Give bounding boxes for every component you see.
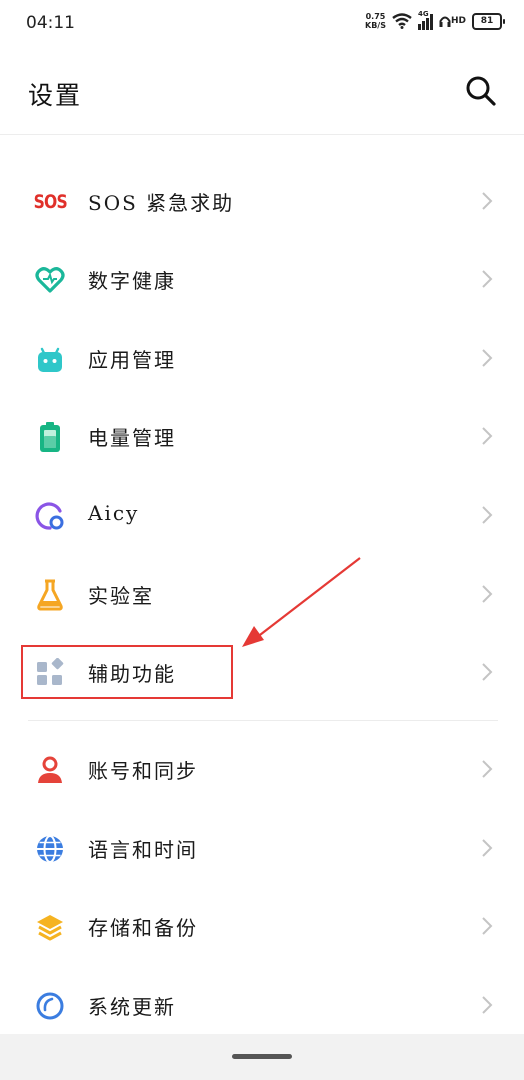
home-indicator[interactable] xyxy=(232,1054,292,1059)
chevron-right-icon xyxy=(482,996,493,1014)
settings-item-label: 应用管理 xyxy=(88,348,176,372)
header: 设置 xyxy=(0,48,524,135)
settings-item-system-update[interactable]: 系统更新 xyxy=(0,966,524,1044)
signal-bar xyxy=(421,20,425,30)
hd-headphone-indicator: HD xyxy=(439,14,466,28)
network-speed-value: 0.75 xyxy=(365,12,386,21)
settings-item-app-management[interactable]: 应用管理 xyxy=(0,319,524,397)
settings-item-storage-backup[interactable]: 存储和备份 xyxy=(0,887,524,965)
headphone-icon xyxy=(439,16,451,27)
cell-signal: 4G xyxy=(417,9,433,30)
person-icon xyxy=(33,753,67,787)
chevron-right-icon xyxy=(482,427,493,445)
chevron-right-icon xyxy=(482,917,493,935)
section-divider xyxy=(28,720,498,721)
settings-item-label: 电量管理 xyxy=(88,426,176,450)
heart-icon xyxy=(33,263,67,297)
settings-item-label: 数字健康 xyxy=(88,269,176,293)
settings-item-label: SOS 紧急求助 xyxy=(88,191,235,215)
signal-bar xyxy=(425,17,429,30)
android-icon xyxy=(33,342,67,376)
signal-bar xyxy=(429,13,433,30)
wifi-icon xyxy=(392,13,412,29)
page-title: 设置 xyxy=(28,81,83,110)
battery-icon xyxy=(33,420,67,454)
settings-item-label: 实验室 xyxy=(88,584,154,608)
status-bar: 04:11 0.75 KB/S 4G HD 81 xyxy=(0,0,524,48)
settings-item-label: 账号和同步 xyxy=(88,759,198,783)
settings-item-label: 系统更新 xyxy=(88,995,176,1019)
sos-icon: SOS xyxy=(33,191,67,213)
flask-icon xyxy=(33,578,67,612)
network-speed: 0.75 KB/S xyxy=(365,12,386,30)
hd-icon: HD xyxy=(450,16,466,26)
settings-item-digital-wellbeing[interactable]: 数字健康 xyxy=(0,240,524,318)
settings-item-lab[interactable]: 实验室 xyxy=(0,555,524,633)
layers-icon xyxy=(33,910,67,944)
network-speed-unit: KB/S xyxy=(365,21,386,30)
chevron-right-icon xyxy=(482,760,493,778)
settings-item-account-sync[interactable]: 账号和同步 xyxy=(0,730,524,808)
annotation-highlight-box xyxy=(21,645,233,699)
settings-item-aicy[interactable]: Aicy xyxy=(0,476,524,554)
settings-item-sos[interactable]: SOS SOS 紧急求助 xyxy=(0,162,524,240)
network-type: 4G xyxy=(417,9,429,18)
aicy-icon xyxy=(33,499,67,533)
battery-indicator: 81 xyxy=(472,12,505,30)
chevron-right-icon xyxy=(482,349,493,367)
chevron-right-icon xyxy=(482,270,493,288)
search-icon[interactable] xyxy=(464,74,498,108)
chevron-right-icon xyxy=(482,192,493,210)
chevron-right-icon xyxy=(482,585,493,603)
update-icon xyxy=(33,989,67,1023)
settings-item-label: 语言和时间 xyxy=(88,838,198,862)
settings-item-label: 存储和备份 xyxy=(88,916,198,940)
settings-item-battery[interactable]: 电量管理 xyxy=(0,397,524,475)
settings-item-label: Aicy xyxy=(88,501,140,525)
chevron-right-icon xyxy=(482,663,493,681)
status-icons: 0.75 KB/S 4G HD 81 xyxy=(365,9,505,30)
chevron-right-icon xyxy=(482,839,493,857)
status-time: 04:11 xyxy=(26,13,75,33)
chevron-right-icon xyxy=(482,506,493,524)
signal-bar xyxy=(417,23,421,30)
globe-icon xyxy=(33,832,67,866)
settings-item-language-time[interactable]: 语言和时间 xyxy=(0,809,524,887)
gesture-bar xyxy=(0,1034,524,1080)
